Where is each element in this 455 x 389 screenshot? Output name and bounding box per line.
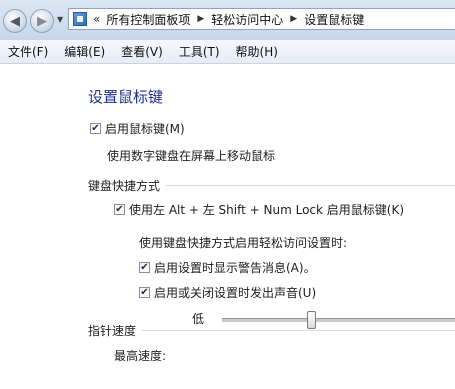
breadcrumb-separator-icon[interactable]: ▶ [197, 14, 204, 24]
forward-arrow-icon: ▶ [37, 13, 47, 29]
breadcrumb-all-control-panel-items[interactable]: 所有控制面板项 [106, 11, 190, 28]
section-divider [142, 330, 455, 331]
shortcut-toggle-label: 使用左 Alt + 左 Shift + Num Lock 启用鼠标键(K) [129, 203, 405, 217]
overflow-chevron-icon[interactable]: « [93, 12, 100, 26]
breadcrumb-set-up-mouse-keys[interactable]: 设置鼠标键 [304, 11, 364, 28]
breadcrumb-ease-of-access-center[interactable]: 轻松访问中心 [211, 11, 283, 28]
enable-mouse-keys-description: 使用数字键盘在屏幕上移动鼠标 [107, 149, 276, 163]
menu-tools[interactable]: 工具(T) [171, 43, 228, 60]
title-bar: ◀ ▶ ▼ « 所有控制面板项 ▶ 轻松访问中心 ▶ 设置鼠标键 [0, 0, 455, 40]
menu-help[interactable]: 帮助(H) [228, 43, 286, 60]
menu-view[interactable]: 查看(V) [113, 43, 171, 60]
sound-checkbox[interactable]: ✔ 启用或关闭设置时发出声音(U) [139, 284, 316, 301]
keyboard-shortcut-section: 键盘快捷方式 [88, 177, 455, 194]
top-speed-slider-track[interactable] [222, 318, 455, 322]
enable-mouse-keys-checkbox[interactable]: ✔ 启用鼠标键(M) [90, 120, 185, 137]
back-arrow-icon: ◀ [10, 13, 20, 29]
keyboard-shortcut-heading: 键盘快捷方式 [88, 179, 161, 193]
top-speed-low-label: 低 [192, 312, 205, 326]
page-title: 设置鼠标键 [88, 88, 164, 106]
breadcrumb-separator-icon[interactable]: ▶ [290, 14, 297, 24]
menu-edit[interactable]: 编辑(E) [56, 43, 113, 60]
control-panel-icon [73, 12, 87, 26]
back-button[interactable]: ◀ [3, 9, 27, 33]
warning-message-checkbox[interactable]: ✔ 启用设置时显示警告消息(A)。 [139, 259, 316, 276]
warning-message-label: 启用设置时显示警告消息(A)。 [154, 261, 316, 275]
checkbox-check-icon[interactable]: ✔ [139, 287, 150, 298]
section-divider [166, 185, 455, 186]
top-speed-slider-thumb[interactable] [306, 311, 316, 329]
settings-content: 设置鼠标键 ✔ 启用鼠标键(M) 使用数字键盘在屏幕上移动鼠标 键盘快捷方式 ✔… [0, 64, 455, 389]
checkbox-check-icon[interactable]: ✔ [139, 262, 150, 273]
menu-file[interactable]: 文件(F) [0, 43, 56, 60]
pointer-speed-section: 指针速度 [88, 322, 455, 339]
top-speed-label: 最高速度: [114, 349, 167, 363]
checkbox-check-icon[interactable]: ✔ [90, 123, 101, 134]
recent-pages-dropdown-icon[interactable]: ▼ [57, 15, 63, 24]
menu-bar: 文件(F) 编辑(E) 查看(V) 工具(T) 帮助(H) [0, 40, 455, 64]
shortcut-subheading: 使用键盘快捷方式启用轻松访问设置时: [139, 236, 348, 250]
shortcut-toggle-checkbox[interactable]: ✔ 使用左 Alt + 左 Shift + Num Lock 启用鼠标键(K) [114, 201, 404, 218]
forward-button[interactable]: ▶ [30, 9, 54, 33]
sound-label: 启用或关闭设置时发出声音(U) [154, 286, 317, 300]
checkbox-check-icon[interactable]: ✔ [114, 204, 125, 215]
enable-mouse-keys-label: 启用鼠标键(M) [105, 122, 185, 136]
pointer-speed-heading: 指针速度 [88, 324, 137, 338]
address-bar[interactable]: « 所有控制面板项 ▶ 轻松访问中心 ▶ 设置鼠标键 [68, 8, 455, 30]
